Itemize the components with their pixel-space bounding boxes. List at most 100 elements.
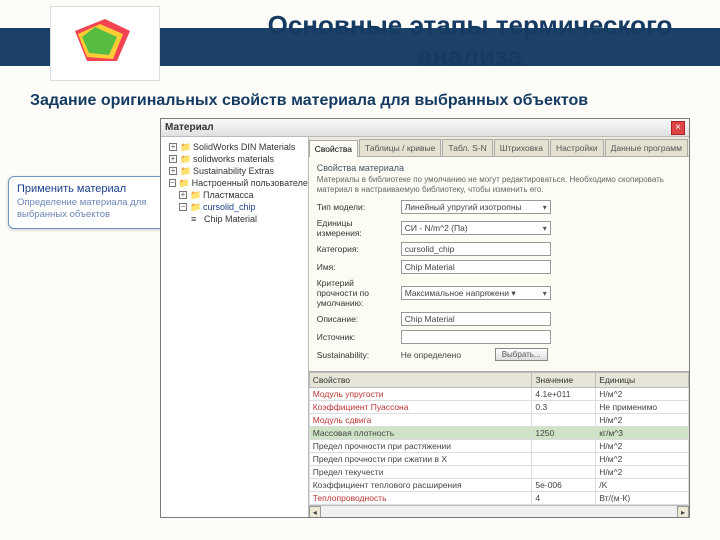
category-label: Категория: [317, 244, 397, 254]
close-button[interactable]: × [671, 121, 685, 135]
grid-row[interactable]: Коэффициент теплового расширения5e-006/K [309, 479, 688, 492]
type-model-label: Тип модели: [317, 202, 397, 212]
desc-label: Описание: [317, 314, 397, 324]
slide-subtitle: Задание оригинальных свойств материала д… [30, 92, 588, 110]
grid-cell-unit: Вт/(м·К) [596, 492, 689, 505]
grid-cell-prop: Предел прочности при сжатии в X [309, 453, 532, 466]
folder-icon: 📁 [190, 190, 200, 200]
property-grid-section: Свойство Значение Единицы Модуль упругос… [309, 371, 689, 517]
collapse-icon[interactable]: − [179, 203, 187, 211]
grid-cell-value[interactable] [532, 414, 596, 427]
grid-row[interactable]: Теплопроводность4Вт/(м·К) [309, 492, 688, 505]
properties-section: Свойства материала Материалы в библиотек… [309, 157, 689, 371]
grid-cell-value[interactable]: 0.3 [532, 401, 596, 414]
grid-cell-unit: Н/м^2 [596, 466, 689, 479]
grid-cell-value[interactable]: 5e-006 [532, 479, 596, 492]
grid-row[interactable]: Модуль упругости4.1e+011Н/м^2 [309, 388, 688, 401]
grid-cell-prop: Коэффициент Пуассона [309, 401, 532, 414]
material-tree[interactable]: +📁SolidWorks DIN Materials +📁solidworks … [161, 137, 309, 517]
grid-row[interactable]: Массовая плотность1250кг/м^3 [309, 427, 688, 440]
folder-icon: 📁 [180, 142, 190, 152]
grid-cell-value[interactable] [532, 453, 596, 466]
tree-node[interactable]: cursolid_chip [203, 202, 256, 212]
material-dialog: Материал × +📁SolidWorks DIN Materials +📁… [160, 118, 690, 518]
grid-cell-prop: Модуль сдвига [309, 414, 532, 427]
logo [50, 6, 160, 81]
name-label: Имя: [317, 262, 397, 272]
callout-heading: Применить материал [17, 183, 165, 195]
criteria-select[interactable]: Максимальное напряжени ▾ [401, 286, 551, 300]
grid-cell-value[interactable] [532, 466, 596, 479]
folder-icon: 📁 [180, 154, 190, 164]
folder-icon: 📁 [179, 178, 189, 188]
tree-node[interactable]: Настроенный пользователем материал [192, 178, 309, 188]
grid-cell-unit: Н/м^2 [596, 388, 689, 401]
tree-node[interactable]: Sustainability Extras [193, 166, 274, 176]
desc-input[interactable]: Chip Material [401, 312, 551, 326]
expand-icon[interactable]: + [179, 191, 187, 199]
tree-node-selected[interactable]: Chip Material [204, 214, 257, 224]
folder-icon: 📁 [190, 202, 200, 212]
category-input[interactable]: cursolid_chip [401, 242, 551, 256]
name-input[interactable]: Chip Material [401, 260, 551, 274]
sust-select-button[interactable]: Выбрать... [495, 348, 548, 361]
units-select[interactable]: СИ - N/m^2 (Па) [401, 221, 551, 235]
grid-row[interactable]: Коэффициент Пуассона0.3Не применимо [309, 401, 688, 414]
grid-row[interactable]: Предел текучести Н/м^2 [309, 466, 688, 479]
tab-properties[interactable]: Свойства [309, 140, 358, 157]
tab-appdata[interactable]: Данные программ [605, 139, 688, 156]
grid-cell-prop: Предел прочности при растяжении [309, 440, 532, 453]
sust-label: Sustainability: [317, 350, 397, 360]
grid-row[interactable]: Модуль сдвига Н/м^2 [309, 414, 688, 427]
grid-cell-value[interactable] [532, 440, 596, 453]
grid-header-prop[interactable]: Свойство [309, 373, 532, 388]
tooltip-callout: Применить материал Определение материала… [8, 176, 174, 229]
tab-tables[interactable]: Таблицы / кривые [359, 139, 441, 156]
grid-cell-prop: Теплопроводность [309, 492, 532, 505]
expand-icon[interactable]: + [169, 143, 177, 151]
scroll-track[interactable] [321, 506, 677, 517]
tab-hatch[interactable]: Штриховка [494, 139, 549, 156]
folder-icon: 📁 [180, 166, 190, 176]
grid-cell-prop: Предел текучести [309, 466, 532, 479]
grid-cell-unit: Н/м^2 [596, 453, 689, 466]
grid-header-val[interactable]: Значение [532, 373, 596, 388]
grid-cell-value[interactable]: 1250 [532, 427, 596, 440]
expand-icon[interactable]: + [169, 155, 177, 163]
property-grid: Свойство Значение Единицы Модуль упругос… [309, 372, 689, 505]
dialog-title: Материал [165, 122, 214, 133]
grid-cell-prop: Массовая плотность [309, 427, 532, 440]
scroll-right-icon[interactable]: ▸ [677, 506, 689, 517]
expand-icon[interactable]: + [169, 167, 177, 175]
grid-cell-unit: кг/м^3 [596, 427, 689, 440]
scroll-left-icon[interactable]: ◂ [309, 506, 321, 517]
source-label: Источник: [317, 332, 397, 342]
source-input[interactable] [401, 330, 551, 344]
grid-cell-unit: /K [596, 479, 689, 492]
grid-cell-unit: Не применимо [596, 401, 689, 414]
grid-cell-value[interactable]: 4.1e+011 [532, 388, 596, 401]
tab-sn[interactable]: Табл. S-N [442, 139, 492, 156]
tree-node[interactable]: solidworks materials [193, 154, 274, 164]
dialog-titlebar[interactable]: Материал × [161, 119, 689, 137]
slide-title: Основные этапы термического анализа [250, 10, 690, 72]
grid-scroll[interactable]: Свойство Значение Единицы Модуль упругос… [309, 372, 689, 505]
callout-desc: Определение материала для выбранных объе… [17, 197, 165, 222]
tab-settings[interactable]: Настройки [550, 139, 604, 156]
grid-cell-prop: Модуль упругости [309, 388, 532, 401]
grid-row[interactable]: Предел прочности при растяжении Н/м^2 [309, 440, 688, 453]
grid-cell-unit: Н/м^2 [596, 414, 689, 427]
material-icon: ≡ [191, 214, 201, 224]
grid-cell-value[interactable]: 4 [532, 492, 596, 505]
section-desc: Материалы в библиотеке по умолчанию не м… [317, 175, 681, 194]
grid-cell-unit: Н/м^2 [596, 440, 689, 453]
grid-header-unit[interactable]: Единицы [596, 373, 689, 388]
collapse-icon[interactable]: − [169, 179, 176, 187]
units-label: Единицы измерения: [317, 218, 397, 238]
tree-node[interactable]: SolidWorks DIN Materials [193, 142, 295, 152]
tree-node[interactable]: Пластмасса [203, 190, 254, 200]
h-scrollbar[interactable]: ◂ ▸ [309, 505, 689, 517]
grid-row[interactable]: Предел прочности при сжатии в X Н/м^2 [309, 453, 688, 466]
tab-strip: Свойства Таблицы / кривые Табл. S-N Штри… [309, 137, 689, 157]
type-model-select[interactable]: Линейный упругий изотропны [401, 200, 551, 214]
